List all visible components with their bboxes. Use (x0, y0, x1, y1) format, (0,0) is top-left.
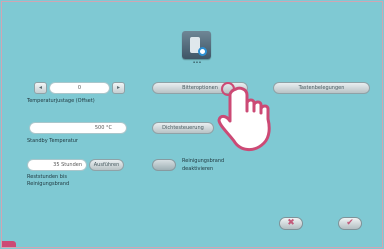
gear-badge-icon (198, 47, 207, 56)
settings-panel: ••• ◂ 0 ▸ Temperaturjustage (Offset) 500… (1, 1, 383, 248)
cancel-button[interactable]: ✖ (279, 217, 303, 230)
confirm-button[interactable]: ✔ (338, 217, 362, 230)
icon-caption: ••• (192, 60, 202, 66)
offset-label: Temperaturjustage (Offset) (27, 98, 95, 104)
decrement-button[interactable]: ◂ (34, 82, 47, 94)
furnace-settings-icon (182, 31, 211, 59)
standby-temperature-field[interactable]: 500 °C (29, 122, 127, 134)
touch-hand-icon (217, 82, 271, 151)
cleaning-fire-toggle[interactable] (152, 159, 176, 171)
remaining-label-line1: Reststunden bis (27, 174, 67, 180)
reset-hours-button[interactable]: Ausführen (89, 159, 124, 171)
close-icon: ✖ (287, 218, 295, 228)
offset-value-field[interactable]: 0 (49, 82, 110, 94)
toggle-label-line2: deaktivieren (182, 166, 214, 172)
remaining-label-line2: Reinigungsbrand (27, 181, 70, 187)
remaining-hours-field[interactable]: 35 Stunden (27, 159, 87, 171)
increment-button[interactable]: ▸ (112, 82, 125, 94)
option-button-right[interactable]: Tastenbelegungen (273, 82, 370, 94)
option-button-middle[interactable]: Dichtesteuerung (152, 122, 214, 134)
standby-label: Standby Temperatur (27, 138, 78, 144)
check-icon: ✔ (346, 218, 354, 228)
accent-corner (2, 241, 16, 247)
